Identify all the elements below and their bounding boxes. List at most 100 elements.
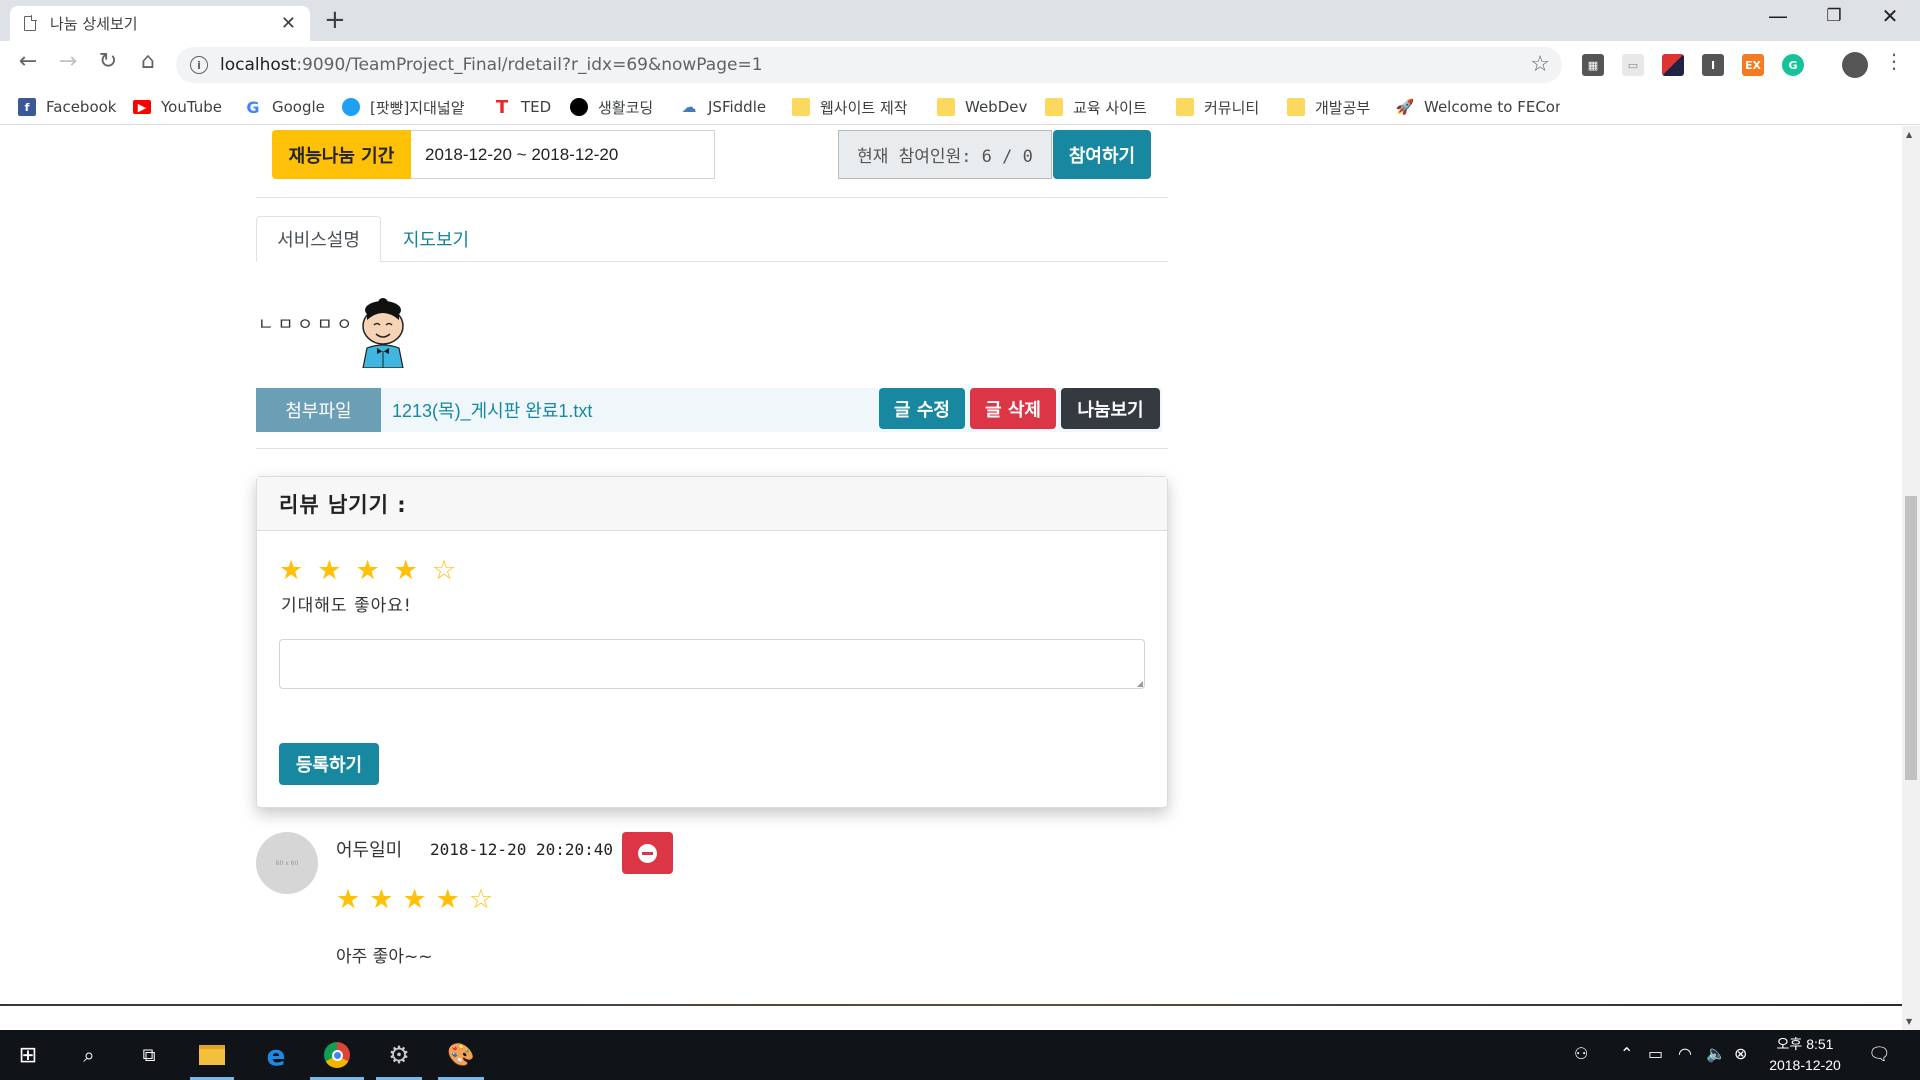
extension-icon-1[interactable]: ▦ (1582, 54, 1604, 76)
bookmark-folder-webdev[interactable]: WebDev (937, 95, 1027, 119)
avatar: 60 x 60 (256, 832, 318, 894)
review-textarea[interactable] (279, 639, 1145, 689)
rating-stars[interactable]: ★ ★ ★ ★ ☆ (279, 557, 470, 584)
star-filled-icon[interactable]: ★ (279, 557, 303, 584)
delete-post-button[interactable]: 글 삭제 (970, 388, 1056, 429)
info-icon[interactable]: i (190, 56, 208, 74)
back-icon[interactable]: ← (12, 49, 44, 74)
join-button[interactable]: 참여하기 (1053, 130, 1151, 179)
star-empty-icon: ☆ (468, 884, 494, 915)
scrollbar-thumb[interactable] (1905, 496, 1917, 780)
bookmark-opentutorials[interactable]: 생활코딩 (570, 95, 653, 119)
star-filled-icon[interactable]: ★ (317, 557, 341, 584)
taskbar-clock[interactable]: 오후 8:51 2018-12-20 (1762, 1034, 1848, 1076)
folder-icon (1287, 98, 1305, 116)
file-explorer-icon[interactable] (186, 1030, 238, 1080)
comment-author: 어두일미 (336, 840, 403, 861)
home-icon[interactable]: ⌂ (132, 49, 164, 74)
restore-icon[interactable]: ❐ (1814, 6, 1854, 26)
url-text: localhost:9090/TeamProject_Final/rdetail… (220, 55, 763, 75)
divider (256, 197, 1168, 198)
no-network-icon[interactable]: ⊗ (1734, 1044, 1747, 1063)
content-text: ㄴㅁㅇㅁㅇ (258, 315, 357, 335)
rating-text: 기대해도 좋아요! (281, 596, 412, 616)
bookmark-facebook[interactable]: f Facebook (18, 95, 116, 119)
battery-icon[interactable]: ▭ (1648, 1044, 1663, 1063)
scroll-up-icon[interactable]: ▲ (1906, 130, 1912, 139)
menu-icon[interactable]: ⋮ (1878, 49, 1910, 73)
attachment-file-link[interactable]: 1213(목)_게시판 완료1.txt (392, 388, 592, 432)
extension-icon-5[interactable]: EX (1742, 54, 1764, 76)
review-form-card: 리뷰 남기기 : ★ ★ ★ ★ ☆ 기대해도 좋아요! 등록하기 (256, 476, 1168, 808)
delete-comment-button[interactable] (622, 832, 673, 874)
paint-icon[interactable]: 🎨 (434, 1030, 488, 1080)
tab-service-description[interactable]: 서비스설명 (256, 216, 381, 262)
star-filled-icon: ★ (336, 884, 361, 915)
folder-icon (1045, 98, 1063, 116)
clock-date: 2018-12-20 (1769, 1057, 1841, 1073)
share-list-button[interactable]: 나눔보기 (1061, 388, 1160, 429)
folder-icon (792, 98, 810, 116)
settings-gear-icon[interactable]: ⚙ (372, 1030, 426, 1080)
extension-icon-4[interactable]: I (1702, 54, 1724, 76)
grammarly-icon[interactable]: G (1782, 54, 1804, 76)
task-view-icon[interactable]: ⧉ (124, 1030, 174, 1080)
people-icon[interactable]: ⚇ (1574, 1044, 1588, 1063)
youtube-icon: ▶ (133, 100, 151, 114)
browser-toolbar: ← → ↻ ⌂ i localhost:9090/TeamProject_Fin… (0, 41, 1920, 89)
search-icon[interactable]: ⌕ (64, 1030, 114, 1080)
rocket-icon: 🚀 (1396, 98, 1415, 116)
notification-icon[interactable]: 🗨 (1868, 1044, 1891, 1065)
bookmark-jsfiddle[interactable]: ☁ JSFiddle (680, 95, 767, 119)
address-bar[interactable]: i localhost:9090/TeamProject_Final/rdeta… (176, 47, 1562, 83)
bookmark-feconf[interactable]: 🚀 Welcome to FEConf (1396, 95, 1560, 119)
submit-review-button[interactable]: 등록하기 (279, 743, 379, 785)
star-filled-icon: ★ (435, 884, 460, 915)
bookmark-youtube[interactable]: ▶ YouTube (133, 95, 222, 119)
google-icon: G (246, 97, 260, 117)
star-empty-icon[interactable]: ☆ (432, 557, 456, 584)
chrome-icon[interactable] (306, 1030, 368, 1080)
windows-start-icon[interactable]: ⊞ (0, 1030, 56, 1080)
bookmark-folder-community[interactable]: 커뮤니티 (1176, 95, 1259, 119)
tab-title: 나눔 상세보기 (50, 15, 138, 33)
tab-map[interactable]: 지도보기 (381, 216, 491, 262)
comment-rating-stars: ★ ★ ★ ★ ☆ (336, 886, 502, 913)
bookmark-folder-devstudy[interactable]: 개발공부 (1287, 95, 1370, 119)
show-hidden-icons[interactable]: ⌃ (1620, 1044, 1633, 1063)
browser-tab[interactable]: 나눔 상세보기 ✕ (10, 6, 310, 41)
bookmark-google[interactable]: G Google (244, 95, 324, 119)
window-close-icon[interactable]: ✕ (1870, 4, 1910, 28)
comment-text: 아주 좋아~~ (336, 947, 433, 967)
close-tab-icon[interactable]: ✕ (281, 13, 296, 34)
edit-post-button[interactable]: 글 수정 (879, 388, 965, 429)
comment-item: 60 x 60 어두일미 2018-12-20 20:20:40 ★ ★ ★ ★ ☆ 아… (256, 832, 956, 972)
scroll-down-icon[interactable]: ▼ (1906, 1017, 1912, 1026)
attachment-label: 첨부파일 (256, 388, 381, 432)
star-filled-icon[interactable]: ★ (355, 557, 379, 584)
minimize-icon[interactable]: — (1758, 4, 1798, 28)
podbbang-icon (342, 98, 360, 116)
edge-icon[interactable]: e (250, 1030, 302, 1080)
period-label: 재능나눔 기간 (272, 130, 411, 179)
extension-icon-2[interactable]: ▭ (1622, 54, 1644, 76)
volume-icon[interactable]: 🔈 (1706, 1044, 1726, 1063)
forward-icon[interactable]: → (52, 49, 84, 74)
reload-icon[interactable]: ↻ (92, 49, 124, 74)
bookmark-ted[interactable]: T TED (493, 95, 551, 119)
bookmark-star-icon[interactable]: ☆ (1530, 52, 1550, 77)
bookmark-folder-education[interactable]: 교육 사이트 (1045, 95, 1147, 119)
bookmark-podbbang[interactable]: [팟빵]지대넓얕 (342, 95, 465, 119)
wifi-icon[interactable]: ◠ (1678, 1044, 1692, 1063)
extension-icon-3[interactable] (1662, 54, 1684, 76)
bookmark-folder-website[interactable]: 웹사이트 제작 (792, 95, 908, 119)
page-scrollbar[interactable]: ▲ ▼ (1902, 126, 1920, 1030)
star-filled-icon: ★ (369, 884, 394, 915)
review-form-header: 리뷰 남기기 : (257, 477, 1167, 531)
character-image (362, 298, 404, 368)
star-filled-icon[interactable]: ★ (394, 557, 418, 584)
star-filled-icon: ★ (402, 884, 427, 915)
profile-avatar-icon[interactable] (1842, 52, 1868, 78)
new-tab-button[interactable]: + (324, 7, 346, 33)
windows-taskbar: ⊞ ⌕ ⧉ e ⚙ 🎨 ⚇ ⌃ ▭ ◠ 🔈 ⊗ 오후 8:51 2018-12-… (0, 1030, 1920, 1080)
